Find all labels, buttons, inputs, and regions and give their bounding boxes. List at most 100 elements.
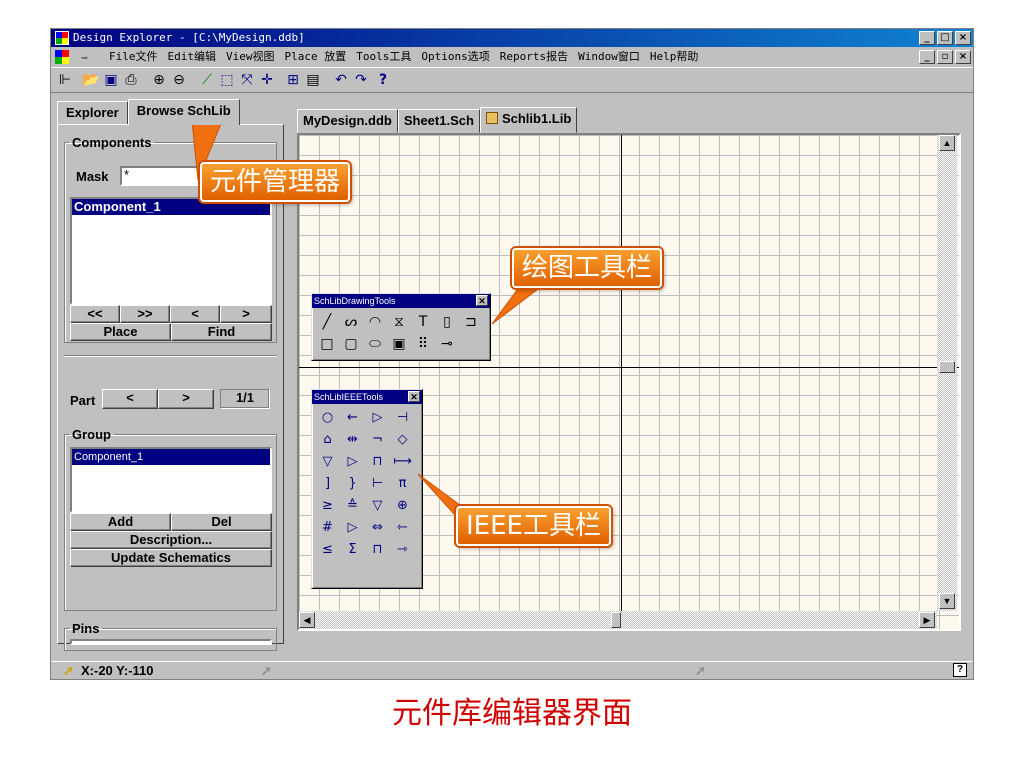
help-icon[interactable]: ? bbox=[953, 663, 967, 677]
ieee-symbol-icon[interactable]: ⟼ bbox=[390, 451, 415, 473]
menu-file[interactable]: File文件 bbox=[109, 48, 158, 66]
ieee-symbol-icon[interactable]: ⊓ bbox=[365, 539, 390, 561]
round-rectangle-icon[interactable]: ▢ bbox=[339, 333, 363, 355]
ieee-symbol-icon[interactable]: ▽ bbox=[365, 495, 390, 517]
vertical-thumb[interactable] bbox=[939, 361, 955, 373]
ieee-symbol-icon[interactable]: ▽ bbox=[315, 451, 340, 473]
ieee-symbol-icon[interactable]: ⌂ bbox=[315, 429, 340, 451]
menu-edit[interactable]: Edit编辑 bbox=[168, 48, 217, 66]
ieee-symbol-icon[interactable]: ⇽ bbox=[390, 517, 415, 539]
place-button[interactable]: Place bbox=[70, 323, 171, 341]
ieee-tools-window[interactable]: SchLibIEEETools ✕ ○ ← ▷ ⊣ ⌂ ⇹ ¬ ◇ ▽ ▷ ⊓ ⟼]} ⊢ π ≥ ≙ ▽ ⊕ # ▷ ⇔… bbox=[311, 389, 423, 589]
part-next-button[interactable]: > bbox=[158, 389, 214, 409]
scroll-down-icon[interactable]: ▼ bbox=[939, 593, 955, 609]
save-icon[interactable]: ▣ bbox=[101, 70, 121, 90]
ieee-symbol-icon[interactable]: ⇔ bbox=[365, 517, 390, 539]
open-folder-icon[interactable]: 📂 bbox=[81, 70, 101, 90]
line-icon[interactable]: ╱ bbox=[315, 311, 339, 333]
ieee-symbol-icon[interactable]: ← bbox=[340, 407, 365, 429]
menu-tools[interactable]: Tools工具 bbox=[356, 48, 411, 66]
menu-window[interactable]: Window窗口 bbox=[578, 48, 640, 66]
tab-schlib1[interactable]: Schlib1.Lib bbox=[479, 107, 578, 133]
redo-icon[interactable]: ↷ bbox=[351, 70, 371, 90]
help-icon[interactable]: ? bbox=[373, 70, 393, 90]
rectangle-icon[interactable]: □ bbox=[315, 333, 339, 355]
ieee-symbol-icon[interactable]: ⇹ bbox=[340, 429, 365, 451]
ieee-symbol-icon[interactable]: ¬ bbox=[365, 429, 390, 451]
ieee-symbol-icon[interactable]: ≙ bbox=[340, 495, 365, 517]
part-prev-button[interactable]: < bbox=[102, 389, 158, 409]
update-schematics-button[interactable]: Update Schematics bbox=[70, 549, 272, 567]
list-item[interactable]: Component_1 bbox=[72, 449, 270, 465]
tab-sheet1[interactable]: Sheet1.Sch bbox=[397, 109, 480, 133]
doc-restore-button[interactable]: ▫ bbox=[937, 50, 953, 64]
ieee-symbol-icon[interactable]: ▷ bbox=[340, 517, 365, 539]
select-area-icon[interactable]: ⬚ bbox=[217, 70, 237, 90]
ieee-symbol-icon[interactable]: ⇾ bbox=[390, 539, 415, 561]
ellipse-icon[interactable]: ⬭ bbox=[363, 333, 387, 355]
ieee-symbol-icon[interactable]: ⊕ bbox=[390, 495, 415, 517]
arc-icon[interactable]: ◠ bbox=[363, 311, 387, 333]
zoom-out-icon[interactable]: ⊖ bbox=[169, 70, 189, 90]
menu-reports[interactable]: Reports报告 bbox=[500, 48, 568, 66]
ieee-symbol-icon[interactable]: ▷ bbox=[340, 451, 365, 473]
ieee-symbol-icon[interactable]: ⊣ bbox=[390, 407, 415, 429]
tab-explorer[interactable]: Explorer bbox=[57, 101, 128, 125]
ieee-symbol-icon[interactable]: ◇ bbox=[390, 429, 415, 451]
deselect-icon[interactable]: ⤧ bbox=[237, 70, 257, 90]
first-button[interactable]: << bbox=[70, 305, 120, 323]
ieee-symbol-icon[interactable]: ○ bbox=[315, 407, 340, 429]
undo-icon[interactable]: ↶ bbox=[331, 70, 351, 90]
title-bar[interactable]: Design Explorer - [C:\MyDesign.ddb] _ □ … bbox=[51, 29, 973, 47]
text-icon[interactable]: T bbox=[411, 311, 435, 333]
design-manager-icon[interactable]: ⊩ bbox=[55, 70, 75, 90]
component-icon[interactable]: ▯ bbox=[435, 311, 459, 333]
part-icon[interactable]: ⊐ bbox=[459, 311, 483, 333]
ieee-symbol-icon[interactable]: } bbox=[340, 473, 365, 495]
component-list[interactable]: Component_1 bbox=[70, 197, 272, 305]
back-arrow-icon[interactable]: ➡ bbox=[81, 49, 88, 67]
print-icon[interactable]: ⎙ bbox=[121, 70, 141, 90]
last-button[interactable]: >> bbox=[120, 305, 170, 323]
close-button[interactable]: × bbox=[955, 31, 971, 45]
array-icon[interactable]: ⠿ bbox=[411, 333, 435, 355]
add-button[interactable]: Add bbox=[70, 513, 171, 531]
doc-minimize-button[interactable]: _ bbox=[919, 50, 935, 64]
library-icon[interactable]: ⊞ bbox=[283, 70, 303, 90]
bezier-icon[interactable]: ᔕ bbox=[339, 311, 363, 333]
scroll-right-icon[interactable]: ▶ bbox=[919, 612, 935, 628]
document-icon[interactable] bbox=[55, 50, 69, 64]
ieee-symbol-icon[interactable]: ] bbox=[315, 473, 340, 495]
wire-icon[interactable]: ⟋ bbox=[197, 70, 217, 90]
next-button[interactable]: > bbox=[220, 305, 272, 323]
doc-close-button[interactable]: × bbox=[955, 50, 971, 64]
ieee-symbol-icon[interactable]: ≤ bbox=[315, 539, 340, 561]
zoom-in-icon[interactable]: ⊕ bbox=[149, 70, 169, 90]
menu-help[interactable]: Help帮助 bbox=[650, 48, 699, 66]
minimize-button[interactable]: _ bbox=[919, 31, 935, 45]
scroll-up-icon[interactable]: ▲ bbox=[939, 135, 955, 151]
ieee-symbol-icon[interactable]: ⊓ bbox=[365, 451, 390, 473]
close-icon[interactable]: ✕ bbox=[476, 295, 488, 306]
app-icon[interactable] bbox=[55, 31, 69, 45]
move-icon[interactable]: ✛ bbox=[257, 70, 277, 90]
ieee-symbol-icon[interactable]: ⊢ bbox=[365, 473, 390, 495]
ieee-symbol-icon[interactable]: ≥ bbox=[315, 495, 340, 517]
horizontal-scrollbar[interactable]: ◀ ▶ bbox=[299, 611, 937, 629]
maximize-button[interactable]: □ bbox=[937, 31, 953, 45]
prev-button[interactable]: < bbox=[170, 305, 220, 323]
horizontal-thumb[interactable] bbox=[611, 612, 621, 628]
group-list[interactable]: Component_1 bbox=[70, 447, 272, 513]
component-icon[interactable]: ▤ bbox=[303, 70, 323, 90]
del-button[interactable]: Del bbox=[171, 513, 272, 531]
tab-browse-schlib[interactable]: Browse SchLib bbox=[127, 99, 240, 125]
ieee-symbol-icon[interactable]: # bbox=[315, 517, 340, 539]
find-button[interactable]: Find bbox=[171, 323, 272, 341]
polygon-icon[interactable]: ⧖ bbox=[387, 311, 411, 333]
scroll-left-icon[interactable]: ◀ bbox=[299, 612, 315, 628]
menu-view[interactable]: View视图 bbox=[226, 48, 275, 66]
pins-list[interactable] bbox=[70, 639, 272, 645]
vertical-scrollbar[interactable]: ▲ ▼ bbox=[937, 135, 957, 611]
description-button[interactable]: Description... bbox=[70, 531, 272, 549]
ieee-symbol-icon[interactable]: ▷ bbox=[365, 407, 390, 429]
